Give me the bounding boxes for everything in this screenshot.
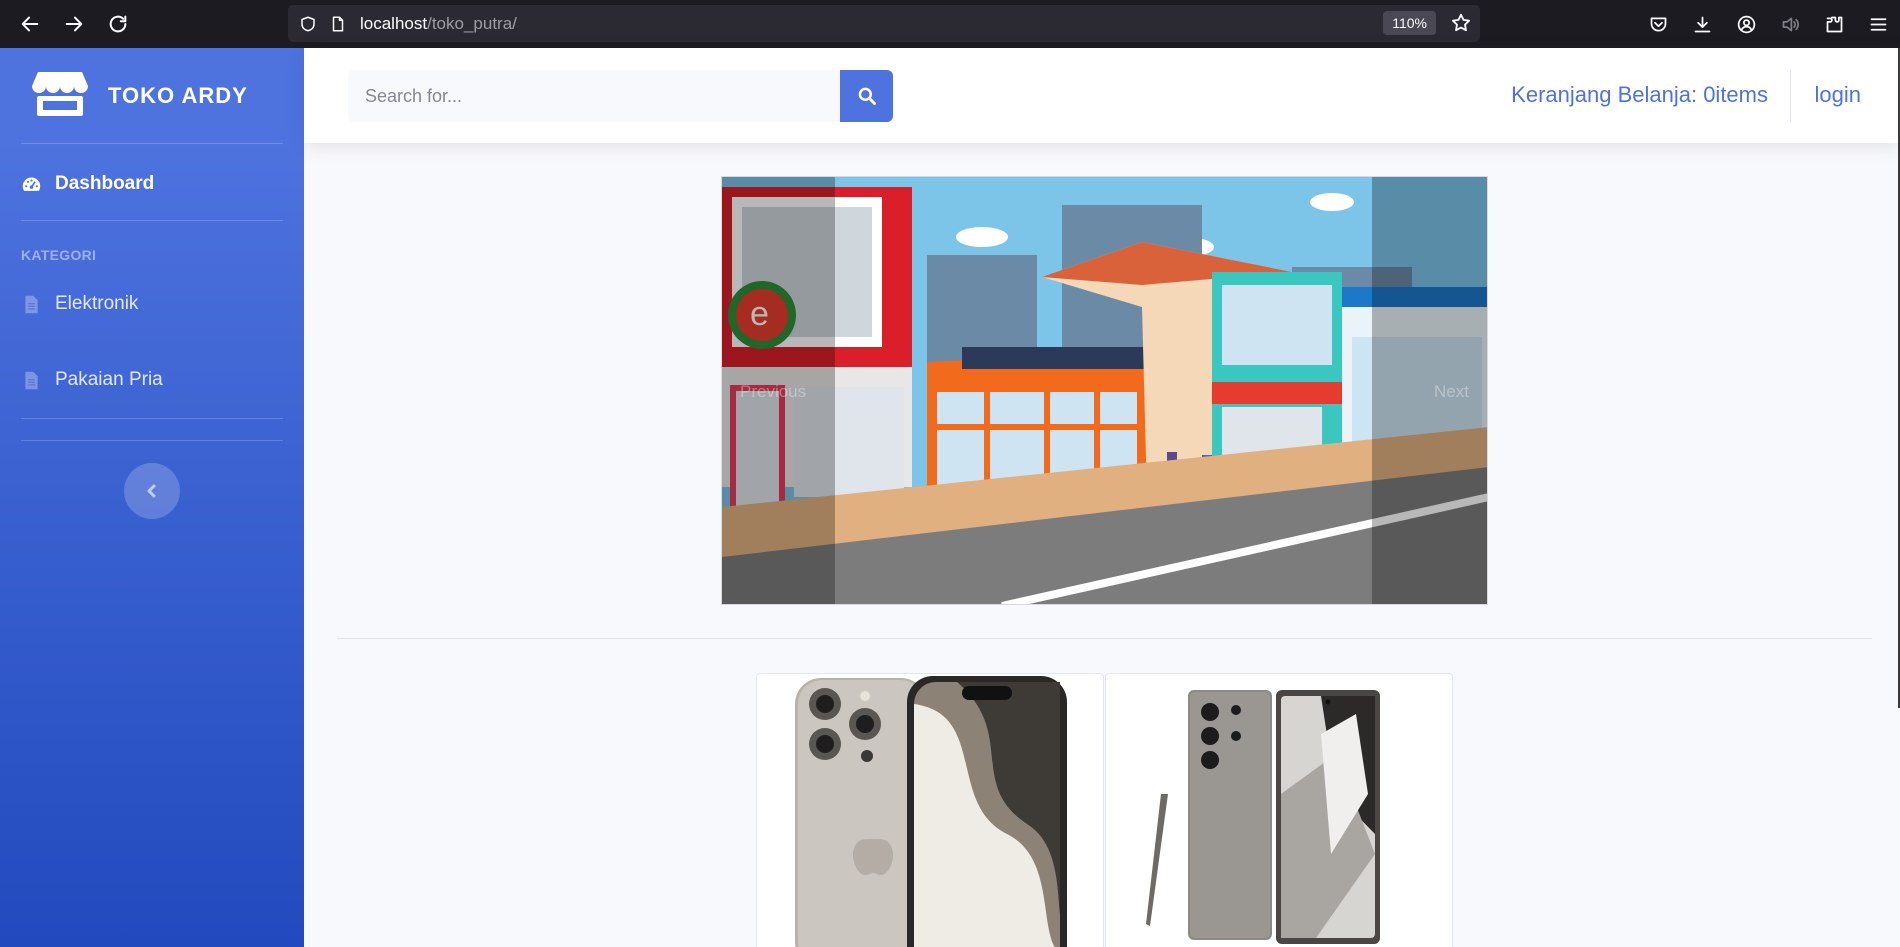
- sidebar: TOKO ARDY Dashboard KATEGORI Elektronik …: [0, 48, 304, 947]
- page-icon: [328, 14, 348, 34]
- sidebar-item-label: Pakaian Pria: [55, 369, 163, 390]
- browser-toolbar: localhost/toko_putra/ 110%: [0, 0, 1900, 48]
- product-card[interactable]: [1105, 673, 1453, 947]
- reload-icon: [109, 15, 127, 33]
- sidebar-item-pakaian-pria[interactable]: Pakaian Pria: [21, 360, 163, 400]
- search-icon: [858, 87, 876, 105]
- back-button[interactable]: [8, 2, 52, 46]
- account-icon[interactable]: [1724, 2, 1768, 46]
- bookmark-star-icon[interactable]: [1450, 12, 1472, 34]
- sidebar-item-label: Dashboard: [55, 173, 155, 194]
- sidebar-item-elektronik[interactable]: Elektronik: [21, 284, 138, 324]
- url-host: localhost: [360, 13, 428, 33]
- sidebar-item-dashboard[interactable]: Dashboard: [21, 164, 154, 204]
- sidebar-item-label: Elektronik: [55, 293, 139, 314]
- search-form: [348, 70, 893, 122]
- sidebar-section-heading: KATEGORI: [21, 247, 97, 263]
- forward-button[interactable]: [52, 2, 96, 46]
- download-icon[interactable]: [1680, 2, 1724, 46]
- samsung-product-image: [1106, 674, 1452, 947]
- sidebar-divider: [21, 143, 283, 144]
- zoom-level-badge[interactable]: 110%: [1383, 11, 1436, 35]
- topbar-divider: [1790, 70, 1791, 122]
- file-icon: [25, 295, 38, 313]
- topbar: Keranjang Belanja: 0items login: [304, 48, 1900, 143]
- cart-link[interactable]: Keranjang Belanja: 0items: [1511, 82, 1768, 108]
- menu-icon[interactable]: [1856, 2, 1900, 46]
- chevron-left-icon: [147, 484, 156, 498]
- extensions-icon[interactable]: [1812, 2, 1856, 46]
- tachometer-icon: [22, 177, 41, 191]
- file-icon: [25, 371, 38, 389]
- brand-name: TOKO ARDY: [108, 83, 248, 108]
- url-path: /toko_putra/: [427, 13, 517, 33]
- iphone-product-image: [757, 674, 1103, 947]
- shield-icon[interactable]: [298, 14, 318, 34]
- login-link[interactable]: login: [1815, 82, 1861, 108]
- product-card[interactable]: [756, 673, 1104, 947]
- sidebar-divider: [21, 220, 283, 221]
- carousel-next-label: Next: [1434, 382, 1469, 401]
- arrow-left-icon: [21, 16, 39, 32]
- reload-button[interactable]: [96, 2, 140, 46]
- pocket-icon[interactable]: [1636, 2, 1680, 46]
- store-icon: [32, 70, 88, 123]
- sidebar-toggle-button[interactable]: [124, 463, 180, 519]
- carousel-prev-label: Previous: [740, 382, 807, 401]
- address-bar[interactable]: localhost/toko_putra/ 110%: [288, 5, 1480, 42]
- content-divider: [337, 638, 1872, 639]
- arrow-right-icon: [65, 16, 83, 32]
- search-button[interactable]: [840, 70, 893, 122]
- banner-carousel: e Previous Next: [721, 176, 1488, 605]
- url-text[interactable]: localhost/toko_putra/: [360, 14, 517, 34]
- speaker-icon[interactable]: [1768, 2, 1812, 46]
- sidebar-divider: [21, 418, 283, 419]
- carousel-next-control[interactable]: [1372, 177, 1487, 604]
- toolbar-right-icons: [1636, 0, 1900, 48]
- search-input[interactable]: [348, 70, 840, 122]
- sidebar-divider: [21, 440, 283, 441]
- sidebar-brand[interactable]: TOKO ARDY: [32, 68, 248, 124]
